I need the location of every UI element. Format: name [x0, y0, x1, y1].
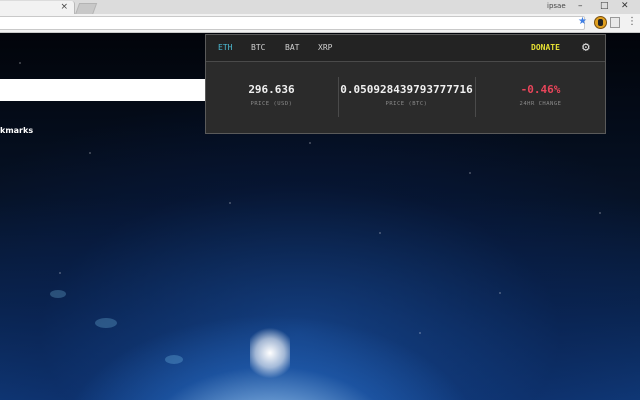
tab-bat[interactable]: BAT — [285, 35, 299, 61]
lens-flare — [50, 290, 66, 298]
popup-header: ETH BTC BAT XRP DONATE ⚙ — [206, 35, 605, 62]
bookmark-star-icon[interactable]: ★ — [578, 15, 587, 28]
lens-flare — [95, 318, 117, 328]
crypto-extension-icon[interactable] — [594, 16, 607, 29]
change-24h-stat: -0.46% 24HR CHANGE — [476, 61, 605, 135]
tab-strip: × ipsae – □ ✕ — [0, 0, 640, 15]
price-btc-stat: 0.050928439793777716 PRICE (BTC) — [339, 61, 474, 135]
browser-menu-icon[interactable]: ⋮ — [627, 15, 637, 29]
donate-link[interactable]: DONATE — [531, 35, 560, 61]
lens-flare — [165, 355, 183, 364]
change-24h-label: 24HR CHANGE — [519, 101, 562, 107]
search-box[interactable] — [0, 79, 206, 101]
browser-tab[interactable]: × — [0, 1, 75, 14]
change-24h-value: -0.46% — [520, 83, 561, 96]
profile-name[interactable]: ipsae — [547, 0, 566, 12]
gear-icon[interactable]: ⚙ — [582, 35, 590, 61]
maximize-button[interactable]: □ — [600, 0, 609, 12]
price-btc-value: 0.050928439793777716 — [340, 83, 473, 96]
sun-glow — [250, 323, 290, 383]
price-usd-value: 296.636 — [248, 83, 295, 96]
address-bar[interactable] — [0, 16, 585, 30]
price-usd-label: PRICE (USD) — [250, 101, 293, 107]
close-window-button[interactable]: ✕ — [621, 0, 629, 12]
tab-xrp[interactable]: XRP — [318, 35, 332, 61]
minimize-button[interactable]: – — [578, 0, 583, 12]
close-tab-icon[interactable]: × — [60, 1, 68, 14]
bookmarks-label[interactable]: kmarks — [0, 126, 33, 135]
price-btc-label: PRICE (BTC) — [385, 101, 428, 107]
tab-btc[interactable]: BTC — [251, 35, 265, 61]
tab-eth[interactable]: ETH — [218, 35, 232, 61]
price-usd-stat: 296.636 PRICE (USD) — [206, 61, 337, 135]
crypto-price-popup: ETH BTC BAT XRP DONATE ⚙ 296.636 PRICE (… — [205, 34, 606, 134]
extension-icon[interactable] — [610, 17, 620, 28]
browser-toolbar: ★ ⋮ — [0, 14, 640, 33]
